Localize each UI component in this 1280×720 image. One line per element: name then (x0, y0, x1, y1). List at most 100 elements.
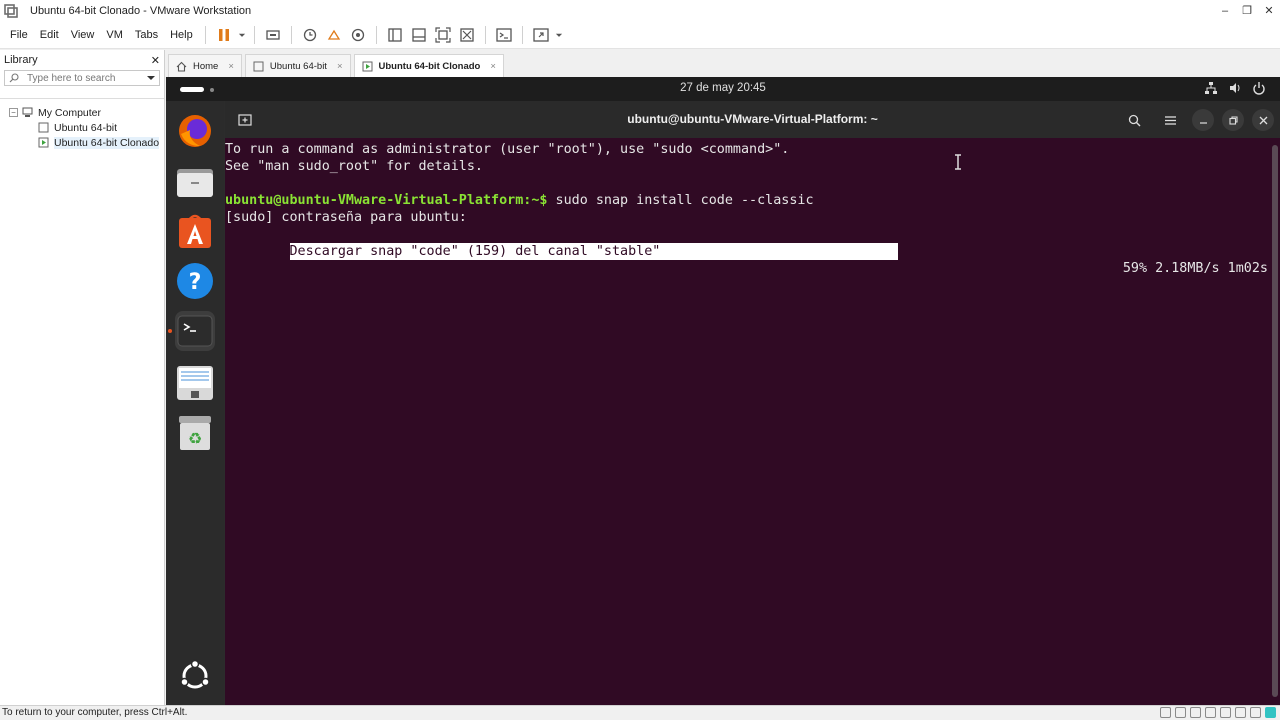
toolbar-separator (290, 25, 292, 44)
send-ctrl-alt-del-button[interactable] (262, 24, 284, 46)
menu-vm[interactable]: VM (100, 29, 129, 41)
vmware-logo-icon (4, 3, 18, 18)
window-title: Ubuntu 64-bit Clonado - VMware Workstati… (30, 4, 252, 17)
dock-show-apps[interactable] (175, 656, 215, 696)
terminal-command-line: ubuntu@ubuntu-VMware-Virtual-Platform:~$… (225, 192, 1270, 209)
thumbnail-bar-icon (412, 27, 426, 42)
search-icon (9, 73, 19, 83)
vm-running-icon (38, 137, 49, 148)
tab-label: Home (193, 60, 219, 72)
vm-running-icon (362, 61, 373, 71)
dock-disk[interactable] (175, 363, 215, 403)
message-log-icon[interactable] (1265, 707, 1276, 718)
snapshot-manager-button[interactable] (347, 24, 369, 46)
toolbar-separator (204, 25, 206, 44)
close-button[interactable]: ✕ (1258, 0, 1280, 21)
unity-mode-button[interactable] (456, 24, 478, 46)
usb-icon[interactable] (1205, 707, 1216, 718)
terminal-progress-line: Descargar snap "code" (159) del canal "s… (225, 226, 1270, 276)
tab-close-icon[interactable]: × (228, 61, 234, 72)
terminal-window[interactable]: ubuntu@ubuntu-VMware-Virtual-Platform: ~… (225, 101, 1280, 705)
status-text: To return to your computer, press Ctrl+A… (2, 707, 188, 718)
minimize-button[interactable]: – (1214, 0, 1236, 21)
terminal-scrollbar[interactable] (1272, 145, 1278, 697)
download-status: Descargar snap "code" (159) del canal "s… (289, 243, 898, 260)
restore-button[interactable]: ❐ (1236, 0, 1258, 21)
tree-item-my-computer[interactable]: − My Computer (0, 105, 164, 120)
power-dropdown-button[interactable] (237, 24, 247, 46)
library-search-input[interactable]: Type here to search (4, 70, 160, 86)
tab-home[interactable]: Home × (168, 54, 242, 77)
computer-icon (22, 107, 33, 117)
device-status-icons (1160, 707, 1276, 718)
tab-ubuntu-64-bit[interactable]: Ubuntu 64-bit × (244, 54, 351, 77)
terminal-search-button[interactable] (1120, 107, 1148, 133)
shell-command: sudo snap install code --classic (547, 193, 814, 208)
terminal-minimize-button[interactable] (1192, 109, 1214, 131)
menu-file[interactable]: File (4, 29, 34, 41)
vm-icon (253, 61, 264, 71)
display-icon[interactable] (1250, 707, 1261, 718)
snapshot-manager-icon (351, 28, 364, 41)
gnome-clock[interactable]: 27 de may 20:45 (166, 82, 1280, 94)
thumbnail-bar-button[interactable] (408, 24, 430, 46)
toolbar-separator (375, 25, 377, 44)
dock-firefox[interactable] (175, 111, 215, 151)
chevron-down-icon[interactable] (147, 74, 155, 82)
mouse-ibeam-cursor-icon (955, 154, 961, 170)
show-library-button[interactable] (384, 24, 406, 46)
sound-icon[interactable] (1220, 707, 1231, 718)
tree-item-label: My Computer (38, 106, 102, 119)
tab-close-icon[interactable]: × (490, 61, 496, 72)
terminal-restore-button[interactable] (1222, 109, 1244, 131)
vm-icon (38, 122, 49, 133)
dock-help[interactable]: ? (175, 261, 215, 301)
menu-view[interactable]: View (65, 29, 101, 41)
download-progress: 59% 2.18MB/s 1m02s (1122, 261, 1268, 276)
library-panel-icon (388, 27, 402, 42)
tab-ubuntu-64-bit-clonado[interactable]: Ubuntu 64-bit Clonado × (353, 54, 504, 77)
printer-icon[interactable] (1235, 707, 1246, 718)
network-adapter-icon[interactable] (1190, 707, 1201, 718)
collapse-icon[interactable]: − (9, 108, 18, 117)
terminal-menu-button[interactable] (1156, 107, 1184, 133)
terminal-output[interactable]: To run a command as administrator (user … (225, 141, 1270, 276)
ubuntu-logo-icon (180, 659, 210, 689)
dock-terminal[interactable] (168, 311, 215, 351)
menu-edit[interactable]: Edit (34, 29, 65, 41)
vm-tabs: Home × Ubuntu 64-bit × Ubuntu 64-bit Clo… (166, 50, 1280, 77)
system-tray[interactable] (1204, 81, 1266, 95)
revert-snapshot-button[interactable] (323, 24, 345, 46)
menu-tabs[interactable]: Tabs (129, 29, 164, 41)
files-icon (177, 169, 213, 197)
pause-button[interactable] (213, 24, 235, 46)
tree-item-vm[interactable]: Ubuntu 64-bit (0, 120, 164, 135)
stretch-dropdown-button[interactable] (554, 24, 564, 46)
dock-app-center[interactable] (175, 211, 215, 251)
hamburger-menu-icon (1164, 115, 1176, 125)
home-icon (176, 61, 187, 72)
library-close-button[interactable]: ✕ (151, 54, 160, 67)
tree-item-vm-selected[interactable]: Ubuntu 64-bit Clonado (0, 135, 164, 150)
library-title: Library (4, 54, 38, 66)
vm-screen[interactable]: 27 de may 20:45 ? ♻ ubuntu@ubuntu-VMware… (166, 77, 1280, 705)
terminal-line: See "man sudo_root" for details. (225, 159, 483, 174)
hdd-icon[interactable] (1160, 707, 1171, 718)
console-icon (496, 27, 512, 42)
volume-icon[interactable] (1228, 81, 1242, 95)
menu-help[interactable]: Help (164, 29, 199, 41)
status-bar: To return to your computer, press Ctrl+A… (0, 705, 1280, 720)
power-icon[interactable] (1252, 81, 1266, 95)
cd-icon[interactable] (1175, 707, 1186, 718)
console-view-button[interactable] (493, 24, 515, 46)
terminal-close-button[interactable] (1252, 109, 1274, 131)
dock-files[interactable] (175, 161, 215, 201)
full-screen-button[interactable] (432, 24, 454, 46)
dock-trash[interactable]: ♻ (175, 413, 215, 453)
library-search-placeholder: Type here to search (27, 72, 116, 84)
snapshot-button[interactable] (299, 24, 321, 46)
tab-close-icon[interactable]: × (337, 61, 343, 72)
revert-icon (327, 29, 340, 40)
stretch-guest-button[interactable] (530, 24, 552, 46)
network-icon[interactable] (1204, 81, 1218, 95)
